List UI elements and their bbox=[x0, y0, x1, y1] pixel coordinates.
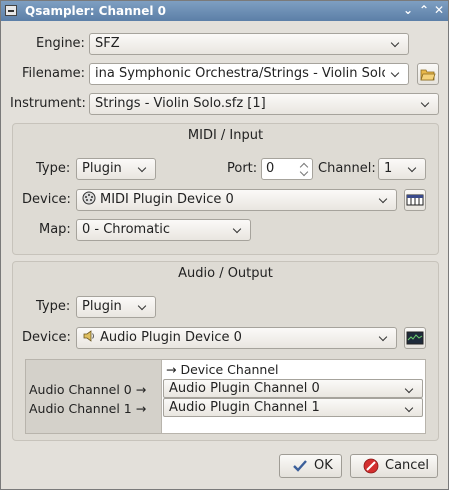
chevron-down-icon bbox=[137, 297, 149, 317]
chevron-down-icon bbox=[232, 220, 244, 240]
ok-button[interactable]: OK bbox=[279, 454, 342, 478]
midi-type-select[interactable]: Plugin bbox=[76, 158, 156, 180]
window-menu-icon[interactable] bbox=[5, 5, 17, 16]
chevron-down-icon[interactable]: ⌄ bbox=[401, 3, 415, 17]
routing-row-label-0: Audio Channel 0 → bbox=[29, 382, 147, 397]
routing-header: → Device Channel bbox=[166, 362, 279, 377]
chevron-up-icon[interactable]: ⌃ bbox=[417, 3, 431, 17]
instrument-select[interactable]: Strings - Violin Solo.sfz [1] bbox=[89, 93, 439, 115]
midi-device-select[interactable]: MIDI Plugin Device 0 bbox=[76, 189, 397, 211]
engine-select[interactable]: SFZ bbox=[89, 33, 409, 55]
title-bar[interactable]: Qsampler: Channel 0 ⌄ ⌃ ✕ bbox=[1, 1, 448, 21]
routing-row-label-1: Audio Channel 1 → bbox=[29, 401, 147, 416]
routing-row-select-1[interactable]: Audio Plugin Channel 1 bbox=[163, 398, 423, 417]
audio-device-label: Device: bbox=[22, 330, 71, 345]
midi-port-value: 0 bbox=[266, 161, 275, 176]
midi-map-label: Map: bbox=[39, 222, 71, 237]
speaker-icon bbox=[83, 330, 94, 342]
close-icon[interactable]: ✕ bbox=[432, 3, 446, 17]
midi-device-value: MIDI Plugin Device 0 bbox=[100, 192, 234, 207]
filename-field[interactable]: ina Symphonic Orchestra/Strings - Violin… bbox=[89, 63, 409, 85]
cancel-button[interactable]: Cancel bbox=[350, 454, 438, 478]
midi-channel-select[interactable]: 1 bbox=[378, 158, 426, 180]
spin-arrows-icon[interactable] bbox=[298, 160, 310, 178]
routing-row-value-1: Audio Plugin Channel 1 bbox=[169, 400, 320, 415]
cancel-icon bbox=[363, 458, 379, 474]
chevron-down-icon bbox=[378, 328, 390, 348]
midi-type-value: Plugin bbox=[82, 161, 122, 176]
keyboard-icon bbox=[406, 194, 424, 206]
midi-device-label: Device: bbox=[22, 192, 71, 207]
chevron-down-icon bbox=[404, 399, 416, 416]
filename-value: ina Symphonic Orchestra/Strings - Violin… bbox=[95, 66, 385, 81]
engine-label: Engine: bbox=[36, 36, 85, 51]
browse-file-button[interactable] bbox=[417, 63, 439, 85]
dialog-window: Qsampler: Channel 0 ⌄ ⌃ ✕ Engine: SFZ Fi… bbox=[0, 0, 449, 490]
midi-channel-value: 1 bbox=[384, 161, 393, 176]
midi-channel-label: Channel: bbox=[318, 161, 376, 176]
filename-label: Filename: bbox=[22, 66, 86, 81]
checkmark-icon bbox=[293, 460, 307, 472]
chevron-down-icon bbox=[137, 159, 149, 179]
instrument-label: Instrument: bbox=[10, 96, 86, 111]
audio-device-settings-button[interactable] bbox=[404, 327, 426, 349]
audio-device-select[interactable]: Audio Plugin Device 0 bbox=[76, 327, 397, 349]
routing-row-select-0[interactable]: Audio Plugin Channel 0 bbox=[163, 379, 423, 398]
audio-type-label: Type: bbox=[36, 299, 71, 314]
midi-port-label: Port: bbox=[227, 161, 258, 176]
cancel-label: Cancel bbox=[385, 458, 430, 473]
midi-connector-icon bbox=[82, 191, 96, 205]
routing-row-value-0: Audio Plugin Channel 0 bbox=[169, 381, 320, 396]
audio-type-value: Plugin bbox=[82, 299, 122, 314]
midi-map-select[interactable]: 0 - Chromatic bbox=[76, 219, 251, 241]
chevron-down-icon bbox=[420, 94, 432, 114]
chevron-down-icon bbox=[390, 64, 402, 84]
window-title: Qsampler: Channel 0 bbox=[25, 4, 166, 18]
midi-type-label: Type: bbox=[36, 161, 71, 176]
folder-open-icon bbox=[420, 69, 436, 81]
engine-value: SFZ bbox=[95, 36, 120, 51]
chevron-down-icon bbox=[390, 34, 402, 54]
instrument-value: Strings - Violin Solo.sfz [1] bbox=[95, 96, 266, 111]
midi-group-title: MIDI / Input bbox=[187, 128, 264, 143]
chevron-down-icon bbox=[378, 190, 390, 210]
audio-device-value: Audio Plugin Device 0 bbox=[100, 330, 242, 345]
midi-port-spinbox[interactable]: 0 bbox=[261, 158, 313, 180]
midi-map-value: 0 - Chromatic bbox=[82, 222, 171, 237]
audio-type-select[interactable]: Plugin bbox=[76, 296, 156, 318]
audio-group-title: Audio / Output bbox=[178, 266, 273, 281]
chevron-down-icon bbox=[407, 159, 419, 179]
ok-label: OK bbox=[314, 458, 333, 473]
midi-device-settings-button[interactable] bbox=[404, 189, 426, 211]
audio-mixer-icon bbox=[406, 331, 424, 345]
chevron-down-icon bbox=[404, 380, 416, 397]
